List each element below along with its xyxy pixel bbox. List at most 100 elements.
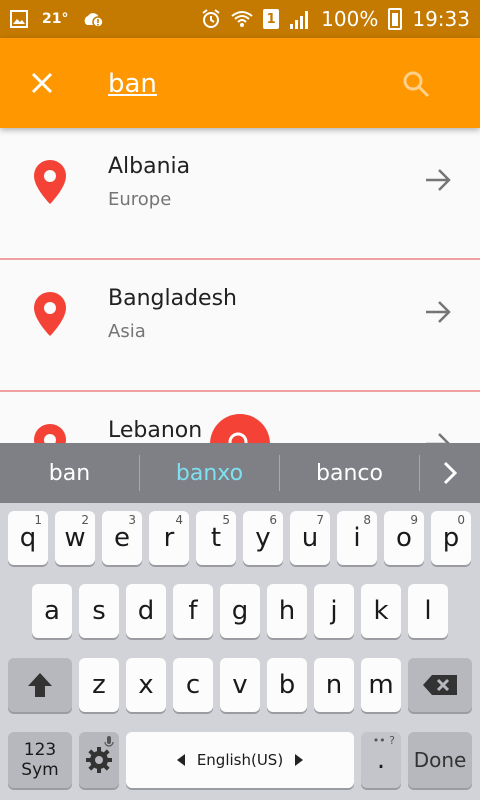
key-label: y <box>255 523 271 553</box>
gear-icon <box>86 747 112 773</box>
key-hint: 4 <box>175 513 183 527</box>
weather-alert-icon <box>82 10 105 28</box>
key-hint: 6 <box>269 513 277 527</box>
search-icon <box>403 71 430 98</box>
key-m[interactable]: m <box>361 658 401 712</box>
suggestion[interactable]: ban <box>0 461 139 486</box>
symbols-key-bottom: Sym <box>21 760 59 780</box>
soft-keyboard: ban banxo banco 1q 2w 3e 4r 5t 6y 7u 8i … <box>0 443 480 800</box>
key-r[interactable]: 4r <box>149 511 189 565</box>
punctuation-hint-icon: •• ? <box>372 734 395 747</box>
close-icon <box>31 72 53 94</box>
key-a[interactable]: a <box>32 584 72 638</box>
chevron-right-icon <box>443 461 457 485</box>
key-o[interactable]: 9o <box>384 511 424 565</box>
more-suggestions-button[interactable] <box>430 443 470 503</box>
battery-percent: 100% <box>321 7 379 31</box>
key-p[interactable]: 0p <box>431 511 471 565</box>
item-title: Albania <box>108 154 191 179</box>
key-u[interactable]: 7u <box>290 511 330 565</box>
suggestion-bar: ban banxo banco <box>0 443 480 503</box>
key-label: w <box>64 523 86 553</box>
key-label: . <box>376 745 386 775</box>
key-label: q <box>19 523 37 553</box>
symbols-key[interactable]: 123 Sym <box>8 732 72 788</box>
key-w[interactable]: 2w <box>55 511 95 565</box>
arrow-right-icon <box>295 754 304 766</box>
key-q[interactable]: 1q <box>8 511 48 565</box>
microphone-icon <box>104 736 114 747</box>
key-f[interactable]: f <box>173 584 213 638</box>
key-label: e <box>114 523 130 553</box>
key-i[interactable]: 8i <box>337 511 377 565</box>
wifi-icon <box>231 10 253 28</box>
key-j[interactable]: j <box>314 584 354 638</box>
key-b[interactable]: b <box>267 658 307 712</box>
signal-icon <box>289 9 311 29</box>
key-hint: 5 <box>222 513 230 527</box>
location-pin-icon <box>34 292 66 336</box>
alarm-icon <box>201 9 221 29</box>
search-app-bar <box>0 38 480 128</box>
divider <box>419 455 420 491</box>
key-label: u <box>301 523 319 553</box>
arrow-right-icon <box>426 169 451 191</box>
suggestion[interactable]: banxo <box>140 461 279 486</box>
gallery-icon <box>10 10 28 28</box>
item-title: Lebanon <box>108 418 203 443</box>
list-item[interactable]: Albania Europe <box>0 128 480 260</box>
location-pin-icon <box>34 160 66 204</box>
key-hint: 1 <box>34 513 42 527</box>
key-k[interactable]: k <box>361 584 401 638</box>
item-subtitle: Asia <box>108 321 146 342</box>
key-hint: 0 <box>457 513 465 527</box>
search-input[interactable] <box>108 64 388 104</box>
list-item[interactable]: Bangladesh Asia <box>0 260 480 392</box>
key-g[interactable]: g <box>220 584 260 638</box>
space-key[interactable]: English(US) <box>126 732 354 788</box>
close-button[interactable] <box>0 38 84 128</box>
key-x[interactable]: x <box>126 658 166 712</box>
key-hint: 9 <box>410 513 418 527</box>
arrow-left-icon <box>176 754 185 766</box>
key-v[interactable]: v <box>220 658 260 712</box>
item-title: Bangladesh <box>108 286 237 311</box>
suggestion[interactable]: banco <box>280 461 419 486</box>
language-switcher: English(US) <box>176 751 304 769</box>
key-z[interactable]: z <box>79 658 119 712</box>
key-hint: 8 <box>363 513 371 527</box>
symbols-key-top: 123 <box>23 740 57 760</box>
shift-key[interactable] <box>8 658 72 712</box>
done-key[interactable]: Done <box>408 732 472 788</box>
key-label: i <box>353 523 361 553</box>
item-subtitle: Europe <box>108 189 172 210</box>
key-l[interactable]: l <box>408 584 448 638</box>
backspace-key[interactable] <box>408 658 472 712</box>
key-s[interactable]: s <box>79 584 119 638</box>
key-t[interactable]: 5t <box>196 511 236 565</box>
key-hint: 7 <box>316 513 324 527</box>
key-label: p <box>442 523 460 553</box>
battery-icon <box>388 8 403 30</box>
key-c[interactable]: c <box>173 658 213 712</box>
key-h[interactable]: h <box>267 584 307 638</box>
settings-key[interactable] <box>79 732 119 788</box>
sim-indicator: 1 <box>263 9 280 29</box>
shift-icon <box>28 673 52 697</box>
arrow-right-icon <box>426 301 451 323</box>
key-label: t <box>210 523 222 553</box>
key-y[interactable]: 6y <box>243 511 283 565</box>
key-label: o <box>396 523 412 553</box>
clock: 19:33 <box>412 7 470 31</box>
key-label: r <box>163 523 175 553</box>
key-hint: 2 <box>81 513 89 527</box>
temperature-text: 21° <box>42 11 69 27</box>
backspace-icon <box>423 675 457 695</box>
key-e[interactable]: 3e <box>102 511 142 565</box>
key-n[interactable]: n <box>314 658 354 712</box>
period-key[interactable]: •• ? . <box>361 732 401 788</box>
key-d[interactable]: d <box>126 584 166 638</box>
search-button[interactable] <box>396 64 436 104</box>
key-hint: 3 <box>128 513 136 527</box>
status-bar: 21° 1 100% 19:33 <box>0 0 480 38</box>
